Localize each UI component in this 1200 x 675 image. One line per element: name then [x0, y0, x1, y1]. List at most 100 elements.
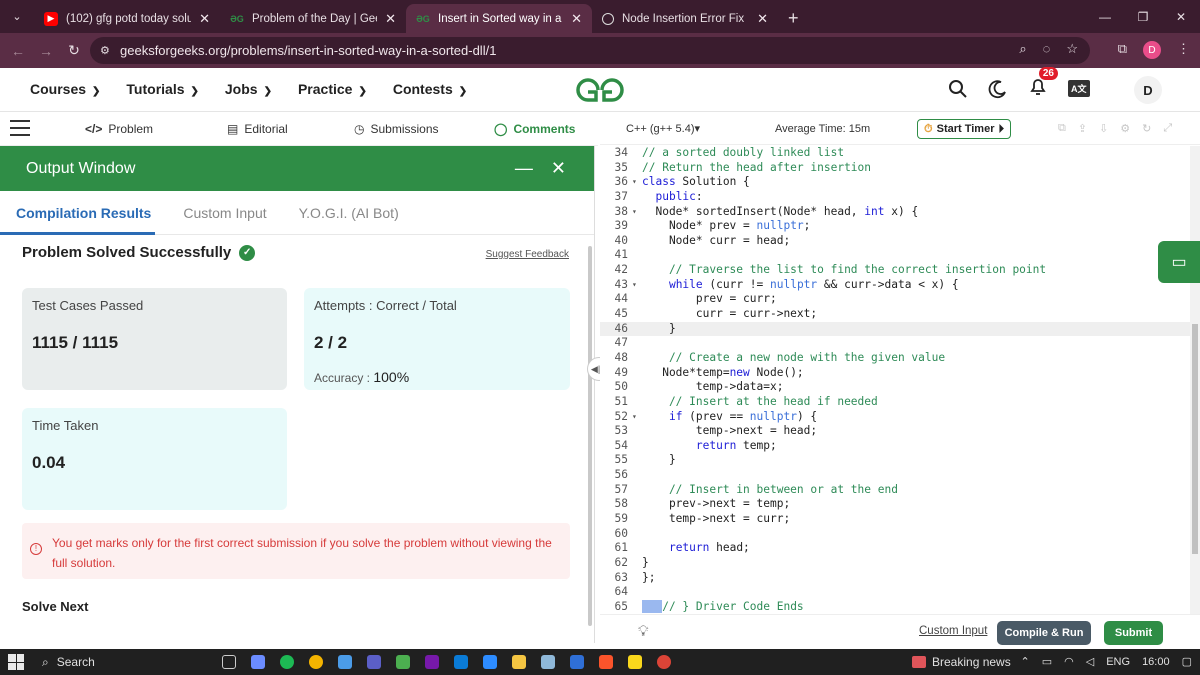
- code-line[interactable]: 47: [600, 336, 1190, 351]
- chrome-active-icon[interactable]: [657, 655, 671, 669]
- suggest-feedback-link[interactable]: Suggest Feedback: [486, 249, 569, 260]
- restore-icon[interactable]: ❐: [1124, 0, 1162, 33]
- code-line[interactable]: 36 ▾ class Solution {: [600, 175, 1190, 190]
- code-line[interactable]: 45 curr = curr->next;: [600, 307, 1190, 322]
- code-line[interactable]: 42 // Traverse the list to find the corr…: [600, 263, 1190, 278]
- code-line[interactable]: 53 temp->next = head;: [600, 424, 1190, 439]
- close-icon[interactable]: ✕: [385, 11, 396, 27]
- new-tab-button[interactable]: +: [778, 4, 809, 33]
- minimize-icon[interactable]: —: [1086, 0, 1124, 33]
- site-info-icon[interactable]: ⚙: [100, 44, 120, 57]
- editor-scrollbar[interactable]: [1190, 146, 1200, 614]
- close-icon[interactable]: ✕: [551, 158, 566, 179]
- close-icon[interactable]: ✕: [571, 11, 582, 27]
- close-window-icon[interactable]: ✕: [1162, 0, 1200, 33]
- taskbar-search[interactable]: ⌕ Search: [42, 655, 212, 670]
- code-line[interactable]: 54 return temp;: [600, 439, 1190, 454]
- fold-icon[interactable]: ▾: [632, 410, 642, 425]
- browser-tab-3[interactable]: ƏG Insert in Sorted way in a Sorted ✕: [406, 4, 592, 33]
- brave-icon[interactable]: [599, 655, 613, 669]
- chrome-icon[interactable]: [309, 655, 323, 669]
- settings-icon[interactable]: ⚙: [1120, 122, 1130, 135]
- browser-tab-4[interactable]: Node Insertion Error Fix ✕: [592, 4, 778, 33]
- nav-contests[interactable]: Contests ❯: [393, 81, 467, 97]
- clock[interactable]: 16:00: [1142, 656, 1170, 668]
- tab-yogi-bot[interactable]: Y.O.G.I. (AI Bot): [299, 205, 399, 221]
- app-icon[interactable]: [396, 655, 410, 669]
- file-explorer-icon[interactable]: [512, 655, 526, 669]
- hamburger-menu-icon[interactable]: [10, 120, 30, 141]
- minimize-output-icon[interactable]: —: [515, 158, 533, 179]
- copilot-icon[interactable]: [251, 655, 265, 669]
- forward-icon[interactable]: →: [32, 43, 60, 59]
- code-line[interactable]: 46 }: [600, 321, 1190, 337]
- search-icon[interactable]: [948, 79, 968, 99]
- onenote-icon[interactable]: [425, 655, 439, 669]
- tab-submissions[interactable]: ◷ Submissions: [354, 122, 439, 136]
- browser-tab-1[interactable]: ▶ (102) gfg potd today solution ✕: [34, 4, 220, 33]
- language-select[interactable]: C++ (g++ 5.4)▾: [626, 122, 700, 135]
- nav-jobs[interactable]: Jobs ❯: [225, 81, 272, 97]
- code-line[interactable]: 37 public:: [600, 190, 1190, 205]
- compile-run-button[interactable]: Compile & Run: [997, 621, 1091, 645]
- zoom-icon[interactable]: ⌕: [1019, 41, 1026, 57]
- nav-practice[interactable]: Practice ❯: [298, 81, 367, 97]
- eye-off-icon[interactable]: ◌: [1043, 41, 1051, 57]
- url-input[interactable]: ⚙ geeksforgeeks.org/problems/insert-in-s…: [90, 37, 1090, 64]
- tab-editorial[interactable]: ▤ Editorial: [227, 122, 288, 136]
- code-line[interactable]: 39 Node* prev = nullptr;: [600, 219, 1190, 234]
- code-editor[interactable]: 34 // a sorted doubly linked list 35 // Ret…: [600, 146, 1190, 614]
- bookmark-star-icon[interactable]: ☆: [1066, 41, 1078, 57]
- extensions-icon[interactable]: ⧉: [1118, 41, 1127, 59]
- tab-compilation-results[interactable]: Compilation Results: [16, 205, 151, 221]
- code-line[interactable]: 51 // Insert at the head if needed: [600, 395, 1190, 410]
- reset-icon[interactable]: ↻: [1142, 122, 1151, 135]
- download-icon[interactable]: ⇩: [1099, 122, 1108, 135]
- wifi-icon[interactable]: ◠: [1064, 655, 1074, 668]
- code-line[interactable]: 44 prev = curr;: [600, 292, 1190, 307]
- profile-avatar[interactable]: D: [1143, 41, 1161, 59]
- browser-tab-2[interactable]: ƏG Problem of the Day | GeeksforG ✕: [220, 4, 406, 33]
- reload-icon[interactable]: ↻: [60, 42, 88, 59]
- translate-icon[interactable]: A文: [1068, 80, 1090, 97]
- notepad-icon[interactable]: [541, 655, 555, 669]
- code-line[interactable]: 52 ▾ if (prev == nullptr) {: [600, 410, 1190, 425]
- battery-icon[interactable]: ▭: [1042, 655, 1052, 668]
- code-line[interactable]: 59 temp->next = curr;: [600, 512, 1190, 527]
- news-widget[interactable]: Breaking news: [912, 655, 1011, 669]
- fold-icon[interactable]: ▾: [632, 278, 642, 293]
- start-timer-button[interactable]: ⏱ Start Timer ⏵: [917, 119, 1011, 139]
- tab-custom-input[interactable]: Custom Input: [183, 205, 266, 221]
- code-line[interactable]: 60: [600, 527, 1190, 542]
- tab-problem[interactable]: </> Problem: [85, 122, 153, 136]
- output-scrollbar[interactable]: [588, 246, 592, 626]
- copy-icon[interactable]: ⧉: [1058, 122, 1066, 135]
- tab-comments[interactable]: ◯ Comments: [494, 122, 575, 136]
- sticky-notes-icon[interactable]: [628, 655, 642, 669]
- fold-icon[interactable]: ▾: [632, 205, 642, 220]
- chevron-up-icon[interactable]: ⌃: [1021, 655, 1030, 668]
- language-indicator[interactable]: ENG: [1106, 656, 1130, 668]
- code-line[interactable]: 40 Node* curr = head;: [600, 234, 1190, 249]
- mail-icon[interactable]: [570, 655, 584, 669]
- code-line[interactable]: 65 // } Driver Code Ends: [600, 599, 1190, 615]
- notifications-icon[interactable]: ▢: [1182, 655, 1192, 668]
- code-line[interactable]: 35 // Return the head after insertion: [600, 161, 1190, 176]
- back-icon[interactable]: ←: [4, 43, 32, 59]
- zoom-app-icon[interactable]: [483, 655, 497, 669]
- custom-input-link[interactable]: Custom Input: [919, 625, 987, 637]
- close-icon[interactable]: ✕: [757, 11, 768, 27]
- user-avatar[interactable]: D: [1134, 76, 1162, 104]
- volume-icon[interactable]: ◁: [1086, 655, 1094, 668]
- chat-button[interactable]: ▭: [1158, 241, 1200, 283]
- tab-search-button[interactable]: ⌄: [0, 0, 34, 33]
- spotify-icon[interactable]: [280, 655, 294, 669]
- code-line[interactable]: 43 ▾ while (curr != nullptr && curr->data…: [600, 278, 1190, 293]
- code-line[interactable]: 38 ▾ Node* sortedInsert(Node* head, int x…: [600, 205, 1190, 220]
- fullscreen-icon[interactable]: ⤢: [1163, 122, 1172, 135]
- upload-icon[interactable]: ⇪: [1078, 122, 1087, 135]
- code-line[interactable]: 57 // Insert in between or at the end: [600, 483, 1190, 498]
- code-line[interactable]: 64: [600, 585, 1190, 600]
- code-line[interactable]: 34 // a sorted doubly linked list: [600, 146, 1190, 161]
- dark-mode-icon[interactable]: [988, 79, 1008, 99]
